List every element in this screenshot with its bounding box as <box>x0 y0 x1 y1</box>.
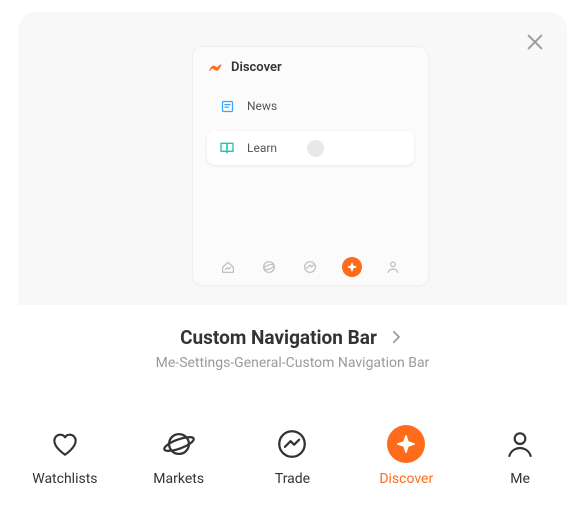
preview-panel: Discover News Learn <box>192 46 429 286</box>
touch-indicator-icon <box>307 140 324 157</box>
bottom-nav: Watchlists Markets Trade Discover <box>0 413 585 509</box>
trade-icon <box>273 425 311 463</box>
nav-item-label: Watchlists <box>32 471 97 487</box>
preview-nav-me-icon <box>383 257 403 277</box>
card-subtitle: Me-Settings-General-Custom Navigation Ba… <box>156 355 430 371</box>
compass-icon <box>387 425 425 463</box>
preview-nav-markets-icon <box>259 257 279 277</box>
card-title-row[interactable]: Custom Navigation Bar <box>180 326 405 349</box>
nav-item-label: Me <box>510 471 530 487</box>
preview-nav-watchlists-icon <box>218 257 238 277</box>
card-bottom: Custom Navigation Bar Me-Settings-Genera… <box>18 305 567 391</box>
close-button[interactable] <box>521 28 549 56</box>
preview-item-learn: Learn <box>207 131 414 165</box>
close-icon <box>524 31 546 53</box>
learn-icon <box>219 140 235 156</box>
heart-icon <box>46 425 84 463</box>
instruction-card: Discover News Learn <box>18 12 567 391</box>
preview-nav-discover-icon <box>342 257 362 277</box>
person-icon <box>501 425 539 463</box>
nav-item-watchlists[interactable]: Watchlists <box>15 425 115 487</box>
card-title: Custom Navigation Bar <box>180 326 377 349</box>
brand-logo-icon <box>207 59 223 75</box>
preview-item-label: News <box>247 99 277 113</box>
nav-item-markets[interactable]: Markets <box>129 425 229 487</box>
nav-item-label: Trade <box>275 471 310 487</box>
preview-nav <box>193 257 428 277</box>
nav-item-discover[interactable]: Discover <box>356 425 456 487</box>
news-icon <box>219 98 235 114</box>
preview-nav-trade-icon <box>300 257 320 277</box>
preview-title: Discover <box>231 60 282 75</box>
preview-item-label: Learn <box>247 141 277 155</box>
nav-item-trade[interactable]: Trade <box>242 425 342 487</box>
preview-item-news: News <box>207 89 414 123</box>
nav-item-me[interactable]: Me <box>470 425 570 487</box>
preview-header: Discover <box>207 59 414 75</box>
chevron-right-icon <box>387 328 405 346</box>
nav-item-label: Markets <box>153 471 204 487</box>
planet-icon <box>160 425 198 463</box>
nav-item-label: Discover <box>379 471 433 487</box>
